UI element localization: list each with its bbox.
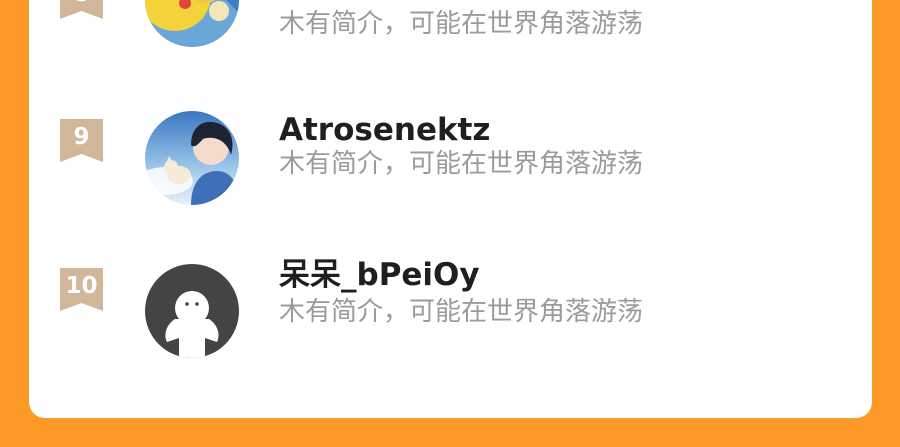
pikachu-avatar-icon <box>145 0 239 47</box>
ranking-row-10[interactable]: 10 呆呆_bPeiOy 木有简介，可能在世界角落游荡 <box>29 238 872 378</box>
rank-badge: 10 <box>60 268 103 311</box>
user-bio: 木有简介，可能在世界角落游荡 <box>279 149 644 179</box>
rank-badge: 8 <box>60 0 103 19</box>
rank-number: 8 <box>60 0 103 9</box>
rank-number: 9 <box>73 124 90 150</box>
user-avatar[interactable] <box>145 111 239 205</box>
anime-boy-cat-avatar-icon <box>145 111 239 205</box>
rank-badge: 9 <box>60 119 103 162</box>
rank-number: 10 <box>65 273 98 299</box>
user-name[interactable]: Atrosenektz <box>279 110 490 150</box>
user-avatar[interactable] <box>145 264 239 358</box>
user-bio: 木有简介，可能在世界角落游荡 <box>279 9 644 39</box>
ranking-row-9[interactable]: 9 Atrosenektz 木有简介，可能在世界角落游荡 <box>29 91 872 231</box>
user-name[interactable]: 呆呆_bPeiOy <box>279 255 480 295</box>
ranking-card: 8 木有简介，可能在世界角落游荡 9 <box>29 0 872 418</box>
user-bio: 木有简介，可能在世界角落游荡 <box>279 297 644 327</box>
ranking-row-8[interactable]: 8 木有简介，可能在世界角落游荡 <box>29 0 872 71</box>
user-avatar[interactable] <box>145 0 239 47</box>
default-ghost-avatar-icon <box>145 264 239 358</box>
